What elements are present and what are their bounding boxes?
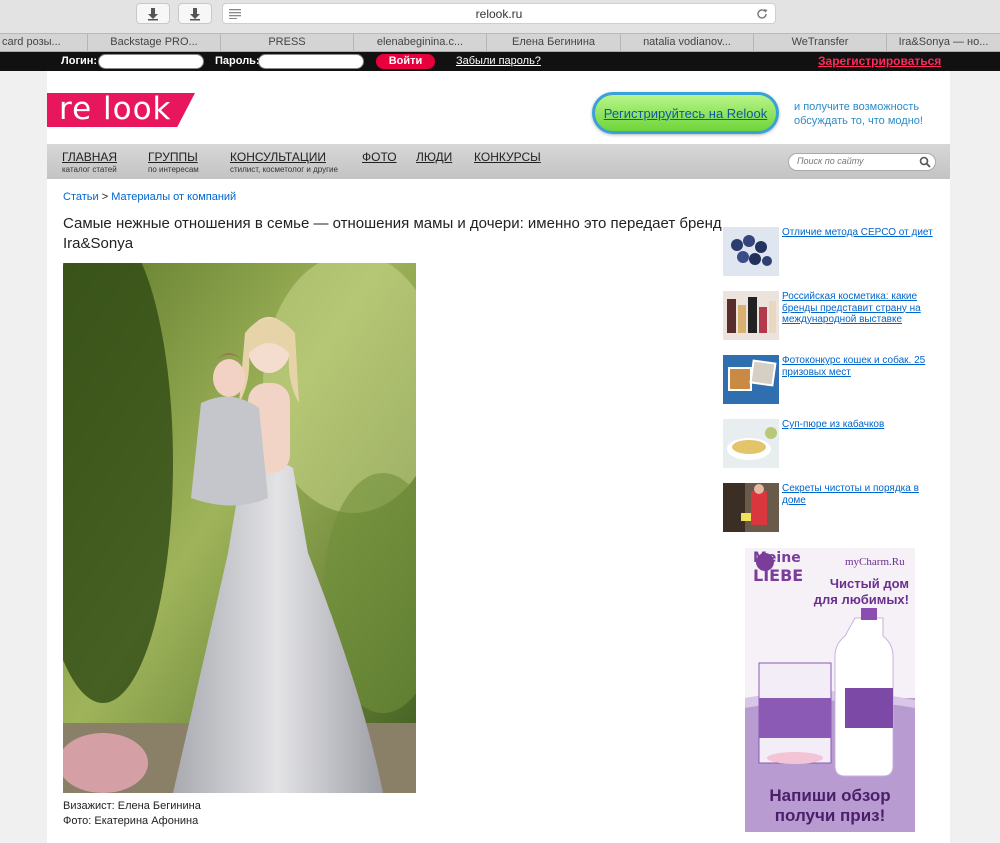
login-input[interactable] bbox=[98, 54, 204, 69]
bookmark-item[interactable]: WeTransfer bbox=[754, 34, 887, 52]
search-icon[interactable] bbox=[919, 156, 931, 168]
nav-item-title: КОНСУЛЬТАЦИИ bbox=[230, 150, 326, 164]
bookmark-item[interactable]: Ira&Sonya — но... bbox=[887, 34, 1000, 52]
main-navigation: ГЛАВНАЯ каталог статей ГРУППЫ по интерес… bbox=[47, 144, 950, 179]
register-on-relook-button[interactable]: Регистрируйтесь на Relook bbox=[592, 92, 779, 134]
ad-cta-2: получи приз! bbox=[774, 806, 886, 825]
site-logo[interactable]: re look bbox=[47, 91, 195, 127]
bookmark-item[interactable]: Елена Бегинина bbox=[487, 34, 621, 52]
bookmarks-bar: card розы... Backstage PRO... PRESS elen… bbox=[0, 33, 1000, 52]
ad-cta-1: Напиши обзор bbox=[769, 786, 891, 805]
related-article-link[interactable]: Секреты чистоты и порядка в доме bbox=[782, 483, 940, 506]
nav-item-title: ГРУППЫ bbox=[148, 150, 198, 164]
nav-item-subtitle: стилист, косметолог и другие bbox=[230, 165, 338, 174]
thumbnail-cosmetics bbox=[723, 291, 779, 340]
article-photo bbox=[63, 263, 416, 793]
search-placeholder: Поиск по сайту bbox=[797, 156, 864, 166]
download-arrow-icon bbox=[148, 7, 158, 20]
bookmark-item[interactable]: PRESS bbox=[221, 34, 354, 52]
url-text: relook.ru bbox=[475, 7, 523, 21]
reload-icon[interactable] bbox=[755, 7, 769, 21]
related-article-link[interactable]: Отличие метода СЕРСО от диет bbox=[782, 227, 940, 239]
nav-item-subtitle: по интересам bbox=[148, 165, 199, 174]
thumbnail-pets bbox=[723, 355, 779, 404]
download-button-2[interactable] bbox=[178, 3, 212, 24]
password-input[interactable] bbox=[258, 54, 364, 69]
password-label: Пароль: bbox=[215, 55, 260, 67]
nav-item-title: ЛЮДИ bbox=[416, 150, 453, 164]
logo-text: re look bbox=[59, 91, 172, 127]
ad-brand-top: Meine bbox=[753, 550, 801, 566]
forgot-password-link[interactable]: Забыли пароль? bbox=[456, 55, 541, 67]
nav-item-title: ГЛАВНАЯ bbox=[62, 150, 118, 164]
photo-caption: Визажист: Елена Бегинина Фото: Екатерина… bbox=[63, 799, 201, 829]
ad-headline-2: для любимых! bbox=[813, 592, 909, 607]
nav-item-subtitle: каталог статей bbox=[62, 165, 117, 174]
related-article-link[interactable]: Фотоконкурс кошек и собак. 25 призовых м… bbox=[782, 355, 940, 378]
address-bar[interactable]: relook.ru bbox=[222, 3, 776, 24]
nav-item-photo[interactable]: ФОТО bbox=[362, 150, 397, 164]
bookmark-item[interactable]: natalia vodianov... bbox=[621, 34, 754, 52]
register-link[interactable]: Зарегистрироваться bbox=[818, 54, 941, 68]
site-search-input[interactable]: Поиск по сайту bbox=[788, 153, 936, 171]
breadcrumb: Статьи > Материалы от компаний bbox=[63, 191, 236, 203]
ad-headline-1: Чистый дом bbox=[829, 576, 909, 591]
page-content: re look Регистрируйтесь на Relook и полу… bbox=[47, 71, 950, 843]
ad-brand-bottom: LIEBE bbox=[753, 566, 804, 585]
related-article-link[interactable]: Суп-пюре из кабачков bbox=[782, 419, 940, 431]
caption-photographer: Фото: Екатерина Афонина bbox=[63, 815, 199, 827]
download-button[interactable] bbox=[136, 3, 170, 24]
advertisement-banner[interactable]: Meine LIEBE myCharm.Ru Чистый дом для лю… bbox=[745, 548, 915, 832]
thumbnail-soup bbox=[723, 419, 779, 468]
thumbnail-cleaning bbox=[723, 483, 779, 532]
browser-toolbar: relook.ru bbox=[0, 0, 1000, 33]
login-bar: Логин: Пароль: Войти Забыли пароль? Заре… bbox=[0, 52, 1000, 71]
login-button[interactable]: Войти bbox=[376, 54, 435, 69]
bookmark-item[interactable]: elenabeginina.c... bbox=[354, 34, 487, 52]
breadcrumb-link-company-materials[interactable]: Материалы от компаний bbox=[111, 191, 236, 203]
register-note: и получите возможность обсуждать то, что… bbox=[794, 101, 923, 127]
nav-item-contests[interactable]: КОНКУРСЫ bbox=[474, 150, 541, 164]
bookmark-item[interactable]: Backstage PRO... bbox=[88, 34, 221, 52]
breadcrumb-separator: > bbox=[101, 191, 109, 203]
nav-item-people[interactable]: ЛЮДИ bbox=[416, 150, 452, 164]
breadcrumb-link-articles[interactable]: Статьи bbox=[63, 191, 99, 203]
caption-makeup: Визажист: Елена Бегинина bbox=[63, 800, 201, 812]
nav-item-title: КОНКУРСЫ bbox=[474, 150, 541, 164]
login-label: Логин: bbox=[61, 55, 98, 67]
nav-item-consultations[interactable]: КОНСУЛЬТАЦИИ стилист, косметолог и други… bbox=[230, 150, 338, 174]
thumbnail-blueberries bbox=[723, 227, 779, 276]
bookmark-item[interactable]: card розы... bbox=[0, 34, 88, 52]
nav-item-home[interactable]: ГЛАВНАЯ каталог статей bbox=[62, 150, 117, 174]
article-title: Самые нежные отношения в семье — отношен… bbox=[63, 215, 722, 252]
ad-site: myCharm.Ru bbox=[845, 556, 905, 568]
nav-item-title: ФОТО bbox=[362, 150, 397, 164]
related-article-link[interactable]: Российская косметика: какие бренды предс… bbox=[782, 291, 940, 326]
nav-item-groups[interactable]: ГРУППЫ по интересам bbox=[148, 150, 199, 174]
download-arrow-icon bbox=[190, 7, 200, 20]
